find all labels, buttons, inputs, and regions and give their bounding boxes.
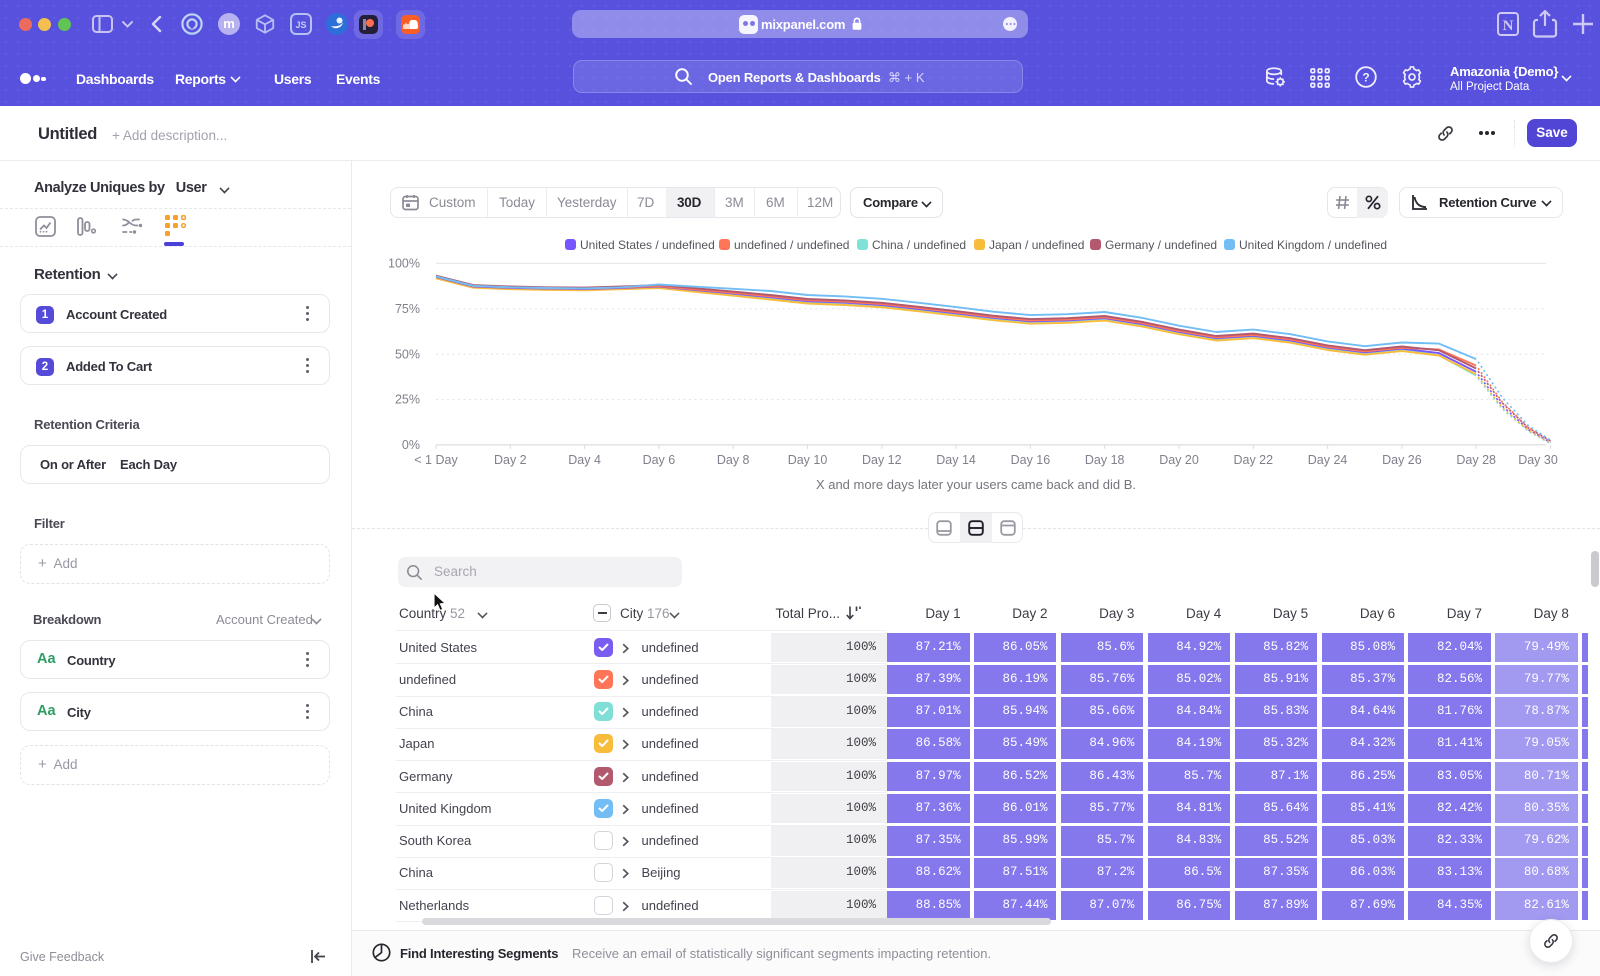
svg-text:100%: 100% (388, 257, 420, 271)
svg-text:Day 20: Day 20 (1159, 453, 1199, 467)
svg-text:Day 4: Day 4 (568, 453, 601, 467)
svg-text:Day 22: Day 22 (1233, 453, 1273, 467)
svg-text:Day 30: Day 30 (1518, 453, 1558, 467)
svg-text:50%: 50% (395, 347, 420, 361)
svg-text:Day 10: Day 10 (788, 453, 828, 467)
svg-text:0%: 0% (402, 438, 420, 452)
svg-text:Day 16: Day 16 (1011, 453, 1051, 467)
svg-text:Day 26: Day 26 (1382, 453, 1422, 467)
svg-text:Day 8: Day 8 (717, 453, 750, 467)
svg-text:Day 14: Day 14 (936, 453, 976, 467)
svg-text:Day 24: Day 24 (1308, 453, 1348, 467)
svg-text:25%: 25% (395, 393, 420, 407)
svg-text:Day 28: Day 28 (1456, 453, 1496, 467)
svg-text:75%: 75% (395, 302, 420, 316)
svg-text:< 1 Day: < 1 Day (414, 453, 458, 467)
svg-text:Day 2: Day 2 (494, 453, 527, 467)
svg-text:Day 18: Day 18 (1085, 453, 1125, 467)
svg-text:Day 12: Day 12 (862, 453, 902, 467)
svg-text:Day 6: Day 6 (643, 453, 676, 467)
